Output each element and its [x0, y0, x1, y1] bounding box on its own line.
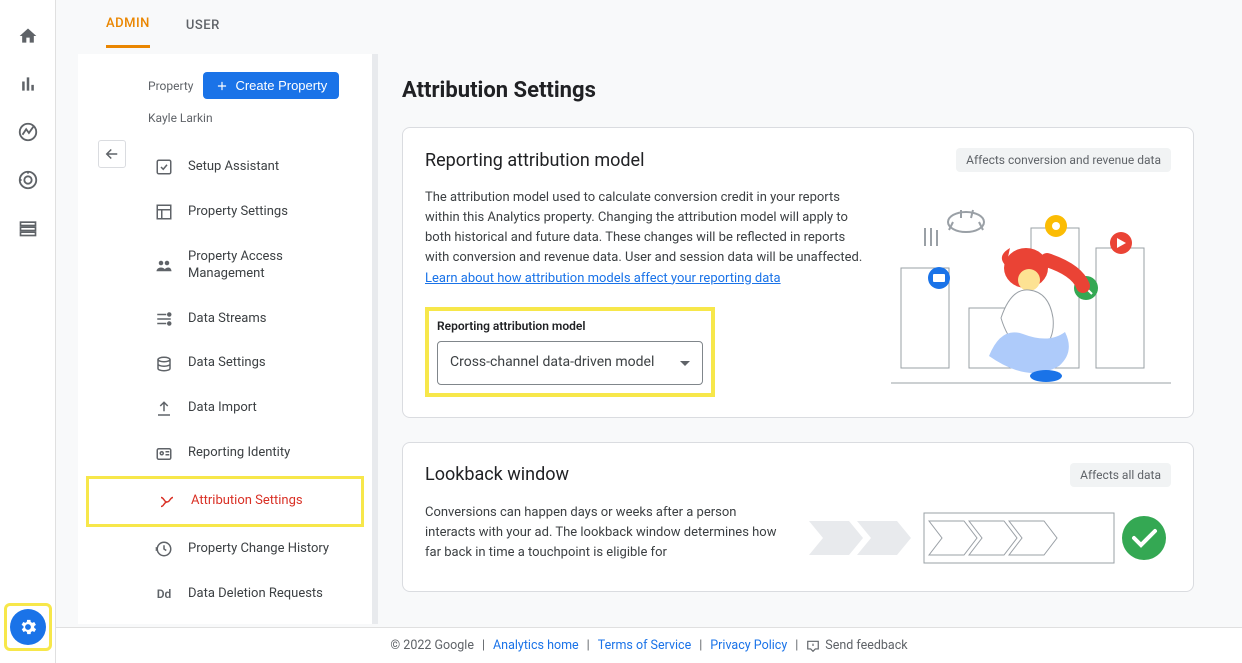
- page-title: Attribution Settings: [402, 78, 1194, 103]
- identity-icon: [154, 444, 174, 464]
- affects-badge: Affects conversion and revenue data: [956, 148, 1171, 172]
- card-lookback-window: Lookback window Affects all data Convers…: [402, 442, 1194, 592]
- upload-icon: [154, 399, 174, 419]
- sidebar-item-data-deletion[interactable]: Dd Data Deletion Requests: [78, 572, 372, 617]
- history-icon: [154, 539, 174, 559]
- property-menu: Setup Assistant Property Settings Proper…: [78, 135, 372, 617]
- sidebar-item-data-settings[interactable]: Data Settings: [78, 341, 372, 386]
- layout-icon: [154, 202, 174, 222]
- attribution-model-select[interactable]: Cross-channel data-driven model: [437, 341, 703, 385]
- home-icon[interactable]: [16, 24, 40, 48]
- sidebar-item-label: Attribution Settings: [191, 493, 303, 510]
- send-feedback-button[interactable]: Send feedback: [806, 638, 907, 653]
- main-content: Attribution Settings Reporting attributi…: [398, 54, 1218, 624]
- back-button[interactable]: [98, 140, 126, 168]
- footer-privacy-link[interactable]: Privacy Policy: [710, 638, 787, 653]
- affects-badge: Affects all data: [1070, 463, 1171, 487]
- footer-copyright: © 2022 Google: [390, 638, 474, 653]
- admin-gear-button[interactable]: [10, 609, 46, 645]
- footer-analytics-home-link[interactable]: Analytics home: [493, 638, 579, 653]
- advertising-icon[interactable]: [16, 168, 40, 192]
- attribution-icon: [157, 492, 177, 512]
- attribution-illustration: [891, 188, 1171, 388]
- checkbox-icon: [154, 157, 174, 177]
- learn-more-link[interactable]: Learn about how attribution models affec…: [425, 271, 781, 286]
- sidebar-item-data-import[interactable]: Data Import: [78, 386, 372, 431]
- sidebar-item-label: Data Settings: [188, 355, 266, 372]
- sidebar-item-label: Property Access Management: [188, 249, 356, 283]
- admin-gear-highlight: [4, 603, 52, 651]
- tab-admin[interactable]: ADMIN: [106, 0, 150, 48]
- sidebar-item-label: Data Import: [188, 400, 257, 417]
- card-description: The attribution model used to calculate …: [425, 188, 867, 397]
- dd-icon: Dd: [154, 584, 174, 604]
- database-icon: [154, 354, 174, 374]
- sidebar-item-change-history[interactable]: Property Change History: [78, 527, 372, 572]
- property-name[interactable]: Kayle Larkin: [78, 103, 372, 135]
- card-reporting-attribution: Reporting attribution model Affects conv…: [402, 127, 1194, 418]
- page-footer: © 2022 Google | Analytics home | Terms o…: [56, 627, 1242, 663]
- streams-icon: [154, 309, 174, 329]
- property-column-label: Property: [148, 79, 193, 93]
- tab-user[interactable]: USER: [186, 2, 220, 47]
- sidebar-item-reporting-identity[interactable]: Reporting Identity: [78, 431, 372, 476]
- people-icon: [154, 256, 174, 276]
- select-label: Reporting attribution model: [437, 317, 703, 336]
- feedback-label: Send feedback: [825, 638, 907, 653]
- left-nav-rail: [0, 0, 56, 663]
- sidebar-item-label: Data Streams: [188, 311, 266, 328]
- sidebar-item-label: Property Settings: [188, 204, 288, 221]
- sidebar-item-property-settings[interactable]: Property Settings: [78, 190, 372, 235]
- attribution-model-highlight: Reporting attribution model Cross-channe…: [425, 307, 715, 397]
- lookback-illustration: [809, 503, 1169, 573]
- sidebar-item-attribution-settings[interactable]: Attribution Settings: [86, 476, 364, 527]
- footer-tos-link[interactable]: Terms of Service: [598, 638, 691, 653]
- chevron-down-icon: [680, 361, 690, 366]
- sidebar-item-label: Property Change History: [188, 541, 329, 558]
- feedback-icon: [806, 639, 820, 653]
- reports-icon[interactable]: [16, 72, 40, 96]
- card-title: Reporting attribution model: [425, 150, 644, 171]
- plus-icon: [215, 79, 229, 93]
- sidebar-item-label: Setup Assistant: [188, 159, 279, 176]
- admin-tabs: ADMIN USER: [78, 0, 220, 48]
- sidebar-item-data-streams[interactable]: Data Streams: [78, 297, 372, 342]
- card-title: Lookback window: [425, 464, 569, 485]
- sidebar-item-label: Reporting Identity: [188, 445, 290, 462]
- configure-icon[interactable]: [16, 216, 40, 240]
- create-property-label: Create Property: [235, 78, 327, 93]
- sidebar-item-label: Data Deletion Requests: [188, 586, 323, 603]
- card-description: Conversions can happen days or weeks aft…: [425, 503, 785, 573]
- card-text-span: The attribution model used to calculate …: [425, 190, 862, 265]
- create-property-button[interactable]: Create Property: [203, 72, 339, 99]
- sidebar-item-access-management[interactable]: Property Access Management: [78, 235, 372, 297]
- explore-icon[interactable]: [16, 120, 40, 144]
- select-value: Cross-channel data-driven model: [450, 352, 654, 374]
